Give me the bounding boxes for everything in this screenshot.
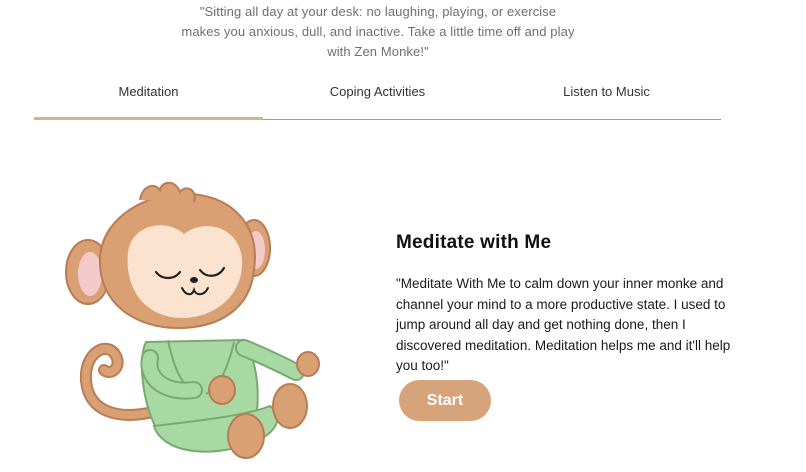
section-title: Meditate with Me <box>396 232 552 253</box>
start-button[interactable]: Start <box>399 380 491 421</box>
intro-quote: "Sitting all day at your desk: no laughi… <box>181 4 575 59</box>
tab-listen-to-music[interactable]: Listen to Music <box>492 72 721 120</box>
meditating-monkey-illustration <box>65 181 320 459</box>
tab-bar: Meditation Coping Activities Listen to M… <box>34 72 721 120</box>
tab-coping-activities[interactable]: Coping Activities <box>263 72 492 120</box>
page: "Sitting all day at your desk: no laughi… <box>0 0 806 472</box>
section-description: "Meditate With Me to calm down your inne… <box>396 276 731 373</box>
tab-meditation[interactable]: Meditation <box>34 72 263 120</box>
